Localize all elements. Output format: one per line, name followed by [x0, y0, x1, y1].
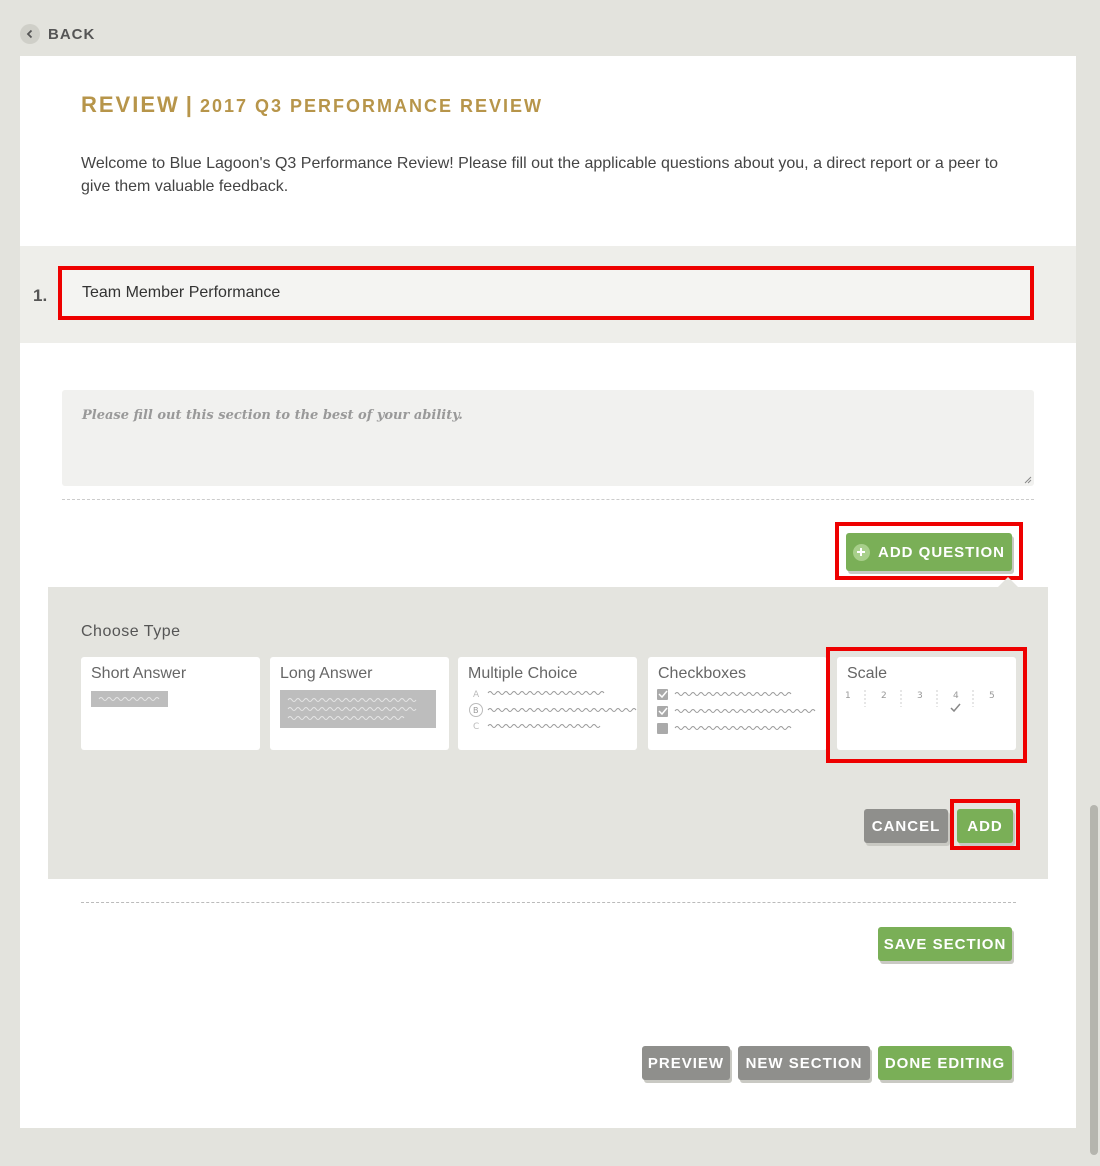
choose-type-label: Choose Type	[81, 623, 181, 640]
description-placeholder: Please fill out this section to the best…	[82, 408, 463, 423]
option-b: B	[473, 706, 479, 715]
section-description-textarea[interactable]: Please fill out this section to the best…	[62, 390, 1034, 486]
preview-button[interactable]: PREVIEW	[642, 1046, 730, 1080]
type-multiple-choice[interactable]: Multiple Choice A B C	[458, 657, 637, 750]
title-main: REVIEW	[81, 92, 180, 117]
new-section-button[interactable]: NEW SECTION	[738, 1046, 870, 1080]
section-title-input[interactable]: Team Member Performance	[58, 266, 1034, 320]
option-a: A	[473, 690, 480, 700]
plus-icon	[852, 543, 870, 561]
divider	[81, 902, 1016, 903]
title-sub: 2017 Q3 PERFORMANCE REVIEW	[199, 96, 544, 116]
save-section-button[interactable]: SAVE SECTION	[878, 927, 1012, 961]
intro-text: Welcome to Blue Lagoon's Q3 Performance …	[81, 155, 999, 195]
multiple-choice-preview-icon: A B C	[469, 690, 637, 732]
long-answer-preview-icon	[280, 690, 436, 728]
add-question-button[interactable]: ADD QUESTION	[846, 533, 1012, 571]
add-question-label: ADD QUESTION	[877, 543, 1005, 561]
option-c: C	[473, 722, 479, 732]
scale-highlight	[826, 647, 1027, 763]
page-title: REVIEW | 2017 Q3 PERFORMANCE REVIEW	[81, 92, 543, 118]
back-link[interactable]: BACK	[20, 24, 95, 44]
page-scrollbar[interactable]	[1090, 805, 1098, 1155]
section-header: 1. Team Member Performance	[20, 246, 1076, 343]
review-editor-card: REVIEW | 2017 Q3 PERFORMANCE REVIEW Welcom…	[20, 56, 1076, 1128]
divider	[62, 499, 1034, 500]
short-answer-preview-icon	[91, 691, 168, 707]
chooser-pointer	[998, 577, 1018, 587]
cancel-button[interactable]: CANCEL	[864, 809, 948, 843]
checkboxes-preview-icon	[657, 689, 816, 734]
type-checkboxes[interactable]: Checkboxes	[648, 657, 827, 750]
chevron-left-icon	[20, 24, 40, 44]
title-separator: |	[185, 92, 194, 117]
type-short-answer[interactable]: Short Answer	[81, 657, 260, 750]
resize-grip-icon[interactable]	[1024, 476, 1032, 484]
add-button[interactable]: ADD	[957, 809, 1013, 843]
question-type-chooser: Choose Type Short Answer Long Answer Mul…	[48, 577, 1048, 879]
back-label: BACK	[48, 25, 96, 43]
done-editing-button[interactable]: DONE EDITING	[878, 1046, 1012, 1080]
section-number: 1.	[33, 286, 48, 305]
type-long-answer[interactable]: Long Answer	[270, 657, 449, 750]
